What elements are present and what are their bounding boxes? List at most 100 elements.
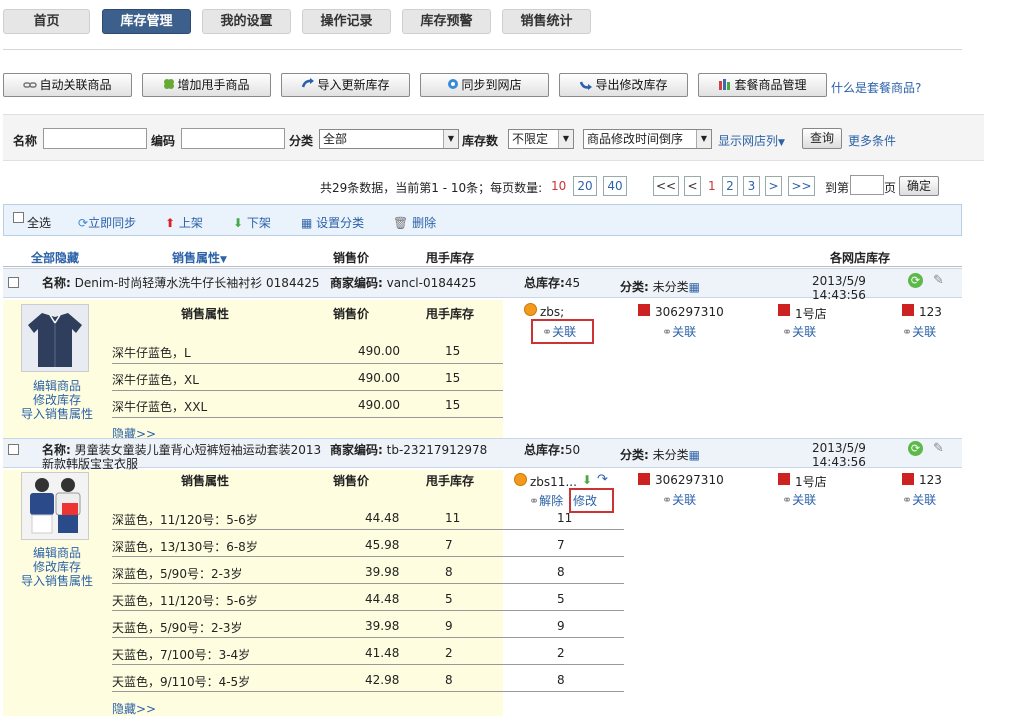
bundle-help-link[interactable]: 什么是套餐商品?: [831, 79, 921, 96]
goto-confirm-button[interactable]: 确定: [899, 176, 939, 196]
sku-shop-stock: 9: [557, 619, 565, 633]
sync-shop-button[interactable]: 同步到网店: [420, 73, 549, 97]
stock-value: 不限定: [512, 132, 549, 146]
tab-stock-alert[interactable]: 库存预警: [402, 9, 491, 34]
code-input[interactable]: [181, 128, 285, 149]
product-category: 分类: 未分类▦: [620, 278, 700, 295]
set-category-action[interactable]: ▦ 设置分类: [301, 214, 364, 231]
product-code: 商家编码: vancl-0184425: [330, 274, 476, 291]
link-action[interactable]: ⚭关联: [902, 323, 936, 340]
sort-select[interactable]: 商品修改时间倒序 ▼: [583, 129, 712, 149]
page-3[interactable]: 3: [743, 176, 760, 196]
sku-stock: 15: [445, 371, 461, 385]
add-product-button[interactable]: 增加甩手商品: [142, 73, 271, 97]
goto-page-input[interactable]: [850, 175, 884, 195]
last-page-button[interactable]: >>: [788, 176, 815, 196]
product-checkbox[interactable]: [8, 277, 19, 288]
pencil-icon[interactable]: ✎: [933, 441, 944, 456]
category-label: 分类:: [620, 448, 649, 462]
page-1[interactable]: 1: [708, 179, 716, 193]
hide-link[interactable]: 隐藏>>: [112, 700, 156, 717]
page-size-10[interactable]: 10: [551, 179, 566, 193]
tab-logs[interactable]: 操作记录: [302, 9, 391, 34]
sku-attr: 深牛仔蓝色，XL: [112, 373, 199, 387]
next-page-button[interactable]: >: [765, 176, 782, 196]
pencil-icon[interactable]: ✎: [933, 273, 944, 288]
prev-page-button[interactable]: <: [684, 176, 701, 196]
row-divider: [112, 390, 503, 391]
sub-header-stock: 甩手库存: [426, 307, 475, 321]
row-divider: [112, 664, 624, 665]
link-action[interactable]: ⚭关联: [902, 491, 936, 508]
hide-all-link[interactable]: 全部隐藏: [31, 249, 79, 266]
first-page-button[interactable]: <<: [653, 176, 679, 196]
refresh-icon[interactable]: ⟳: [908, 441, 923, 456]
unlink-action[interactable]: ⚭解除: [529, 492, 563, 509]
sku-attr: 深蓝色，11/120号：5-6岁: [112, 513, 258, 527]
show-columns-link[interactable]: 显示网店列▼: [718, 132, 785, 149]
product-date: 2013/5/9: [812, 274, 866, 288]
page-size-40[interactable]: 40: [603, 176, 627, 196]
import-attr-link[interactable]: 导入销售属性: [21, 405, 93, 422]
page-size-20[interactable]: 20: [573, 176, 597, 196]
shop-name: 306297310: [655, 473, 724, 487]
category-icon[interactable]: ▦: [689, 448, 700, 462]
delete-action[interactable]: 🗑 删除: [393, 214, 436, 231]
sync-icon: [447, 75, 459, 97]
sku-shop-stock: 8: [557, 565, 565, 579]
sku-attr: 深蓝色，5/90号：2-3岁: [112, 567, 243, 581]
link-action[interactable]: ⚭关联: [782, 491, 816, 508]
price-header: 销售价: [333, 251, 370, 265]
sub-header-price: 销售价: [333, 474, 370, 488]
import-stock-label: 导入更新库存: [317, 78, 390, 92]
sku-attr: 深蓝色，13/130号：6-8岁: [112, 540, 258, 554]
row-divider: [112, 610, 624, 611]
arrow-down-icon[interactable]: ⬇: [582, 473, 592, 487]
tab-settings[interactable]: 我的设置: [202, 9, 291, 34]
query-button[interactable]: 查询: [802, 128, 842, 149]
sku-price: 490.00: [358, 398, 400, 412]
sales-attr-header[interactable]: 销售属性▼: [172, 249, 227, 266]
link-icon: ⚭: [902, 493, 913, 507]
shop-name: 1号店: [795, 307, 827, 321]
category-icon: ▦: [301, 216, 313, 230]
tab-inventory[interactable]: 库存管理: [102, 9, 191, 34]
category-icon[interactable]: ▦: [689, 280, 700, 294]
name-input[interactable]: [43, 128, 147, 149]
page-2[interactable]: 2: [722, 176, 738, 196]
goto-label: 到第: [825, 181, 850, 195]
list-off-action[interactable]: ⬇ 下架: [233, 214, 271, 231]
product-name: 名称: Denim-时尚轻薄水洗牛仔长袖衬衫 0184425: [42, 274, 319, 291]
stock-select[interactable]: 不限定 ▼: [508, 129, 574, 149]
product-checkbox[interactable]: [8, 444, 19, 455]
arrow-curve-icon: [301, 75, 315, 97]
link-action[interactable]: ⚭关联: [662, 491, 696, 508]
select-all-checkbox[interactable]: [13, 212, 24, 223]
arrow-curve-icon[interactable]: ↷: [597, 472, 608, 487]
auto-link-button[interactable]: 自动关联商品: [3, 73, 132, 97]
highlight-box: [531, 319, 594, 344]
sku-shop-stock: 2: [557, 646, 565, 660]
link-icon: [23, 75, 38, 97]
list-on-action[interactable]: ⬆ 上架: [165, 214, 203, 231]
sku-stock: 8: [445, 673, 453, 687]
more-conditions-link[interactable]: 更多条件: [848, 132, 896, 149]
bundle-manage-button[interactable]: 套餐商品管理: [698, 73, 827, 97]
export-stock-button[interactable]: 导出修改库存: [559, 73, 688, 97]
row-divider: [112, 363, 503, 364]
link-action[interactable]: ⚭关联: [782, 323, 816, 340]
import-attr-link[interactable]: 导入销售属性: [21, 572, 93, 589]
tab-home[interactable]: 首页: [3, 9, 90, 34]
shop-name: 1号店: [795, 475, 827, 489]
highlight-box: [569, 488, 614, 513]
sku-stock: 8: [445, 565, 453, 579]
sync-now-action[interactable]: ⟳立即同步: [78, 214, 136, 231]
refresh-icon[interactable]: ⟳: [908, 273, 923, 288]
import-stock-button[interactable]: 导入更新库存: [281, 73, 410, 97]
category-select[interactable]: 全部 ▼: [319, 129, 459, 149]
link-action[interactable]: ⚭关联: [662, 323, 696, 340]
product-date: 2013/5/9: [812, 441, 866, 455]
tab-sales-stats[interactable]: 销售统计: [502, 9, 591, 34]
sku-attr: 天蓝色，7/100号：3-4岁: [112, 648, 251, 662]
shop-name: 123: [919, 305, 942, 319]
